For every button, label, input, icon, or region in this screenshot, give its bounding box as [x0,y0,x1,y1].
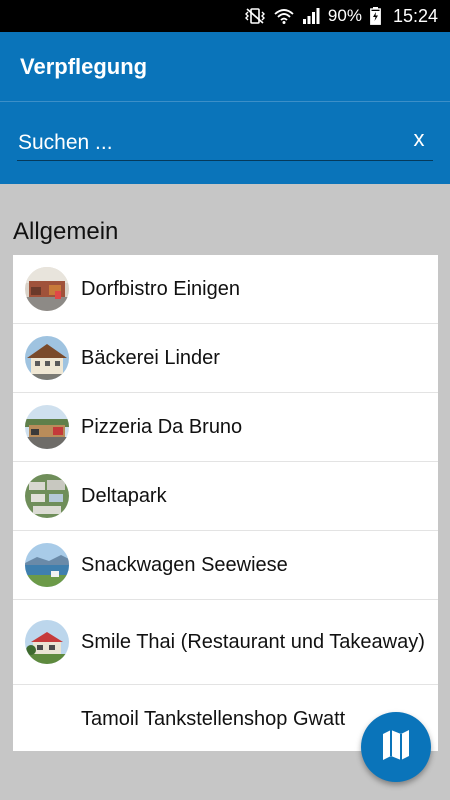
wifi-icon [274,8,294,24]
thumbnail [25,543,69,587]
clear-search-button[interactable]: x [404,124,434,154]
signal-icon [302,8,320,24]
list-item[interactable]: Deltapark [13,462,438,531]
thumbnail [25,474,69,518]
map-icon [381,729,411,766]
battery-charging-icon [370,7,381,25]
page-title: Verpflegung [20,54,148,79]
section-title: Allgemein [13,218,119,245]
list-item-label: Dorfbistro Einigen [81,277,240,300]
status-bar: 90% 15:24 [0,0,450,32]
vibrate-icon [244,8,266,24]
search-underline [17,160,433,161]
thumbnail [25,620,69,664]
thumbnail [25,267,69,311]
list-item[interactable]: Snackwagen Seewiese [13,531,438,600]
clock: 15:24 [392,5,438,26]
list-item-label: Deltapark [81,484,167,507]
battery-percent: 90% [327,6,362,25]
list-item[interactable]: Smile Thai (Restaurant und Takeaway) [13,600,438,685]
map-button[interactable] [361,712,431,782]
thumbnail [25,405,69,449]
list-item-label: Snackwagen Seewiese [81,553,288,576]
list-item[interactable]: Bäckerei Linder [13,324,438,393]
list-item-label: Pizzeria Da Bruno [81,415,243,438]
list-item[interactable]: Pizzeria Da Bruno [13,393,438,462]
list-item[interactable]: Dorfbistro Einigen [13,255,438,324]
list-item-label: Bäckerei Linder [81,346,220,369]
thumbnail [25,336,69,380]
list-item-label: Smile Thai (Restaurant und Takeaway) [81,630,425,653]
list-card: Dorfbistro Einigen Bäckerei Linder Pizze… [13,255,438,751]
app-bar: Verpflegung [0,32,450,102]
search-input[interactable] [18,128,398,158]
